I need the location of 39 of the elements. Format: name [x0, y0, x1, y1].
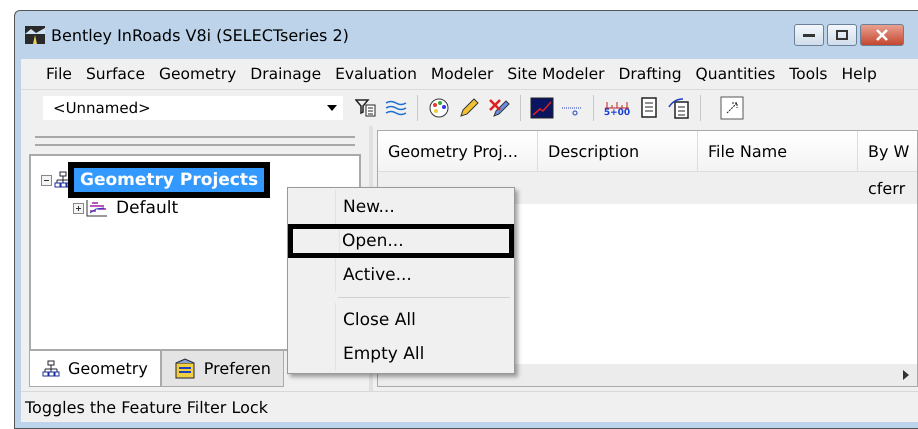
menu-item[interactable]: Quantities	[688, 65, 782, 83]
menu-item[interactable]: File	[39, 65, 79, 83]
profile-chart-icon[interactable]	[529, 95, 555, 121]
dropdown-arrow-icon	[327, 105, 337, 111]
graph-icon	[86, 199, 108, 217]
panel-tab[interactable]: Preferen	[160, 351, 284, 387]
maximize-icon	[836, 30, 848, 40]
tree-item[interactable]: Default	[110, 196, 184, 220]
menu-item[interactable]: Drafting	[612, 65, 689, 83]
menu-item[interactable]: Modeler	[424, 65, 500, 83]
menu-item[interactable]: Help	[834, 65, 884, 83]
status-text: Toggles the Feature Filter Lock	[25, 398, 268, 416]
column-header[interactable]: Geometry Proj...	[378, 131, 538, 171]
settings-window-icon	[174, 358, 196, 380]
minimize-icon	[803, 34, 815, 36]
maximize-button[interactable]	[827, 24, 857, 46]
app-logo-icon	[25, 26, 45, 44]
panel-tab[interactable]: Geometry	[29, 351, 161, 387]
expand-icon[interactable]	[73, 202, 84, 214]
collapse-icon[interactable]	[41, 174, 52, 186]
scroll-right-icon[interactable]	[903, 370, 909, 380]
menu-item[interactable]: Evaluation	[328, 65, 424, 83]
minimize-button[interactable]	[794, 24, 824, 46]
column-header[interactable]: Description	[538, 131, 698, 171]
menu-item[interactable]: Drainage	[243, 65, 328, 83]
column-header[interactable]: File Name	[698, 131, 858, 171]
panel-grip[interactable]	[35, 136, 355, 146]
resize-icon[interactable]	[719, 95, 745, 121]
project-dropdown[interactable]: <Unnamed>	[43, 96, 343, 120]
menu-item[interactable]: Surface	[78, 65, 152, 83]
column-header[interactable]: By W	[858, 131, 917, 171]
close-button[interactable]	[860, 24, 904, 46]
menu-item[interactable]: Geometry	[152, 65, 244, 83]
close-icon	[876, 29, 888, 41]
window-title: Bentley InRoads V8i (SELECTseries 2)	[51, 26, 349, 44]
table-cell-text: cferr	[867, 178, 906, 200]
menu-item[interactable]: Site Modeler	[500, 65, 612, 83]
context-menu-item[interactable]: Open...	[288, 224, 514, 258]
menu-item[interactable]: Tools	[782, 65, 834, 83]
